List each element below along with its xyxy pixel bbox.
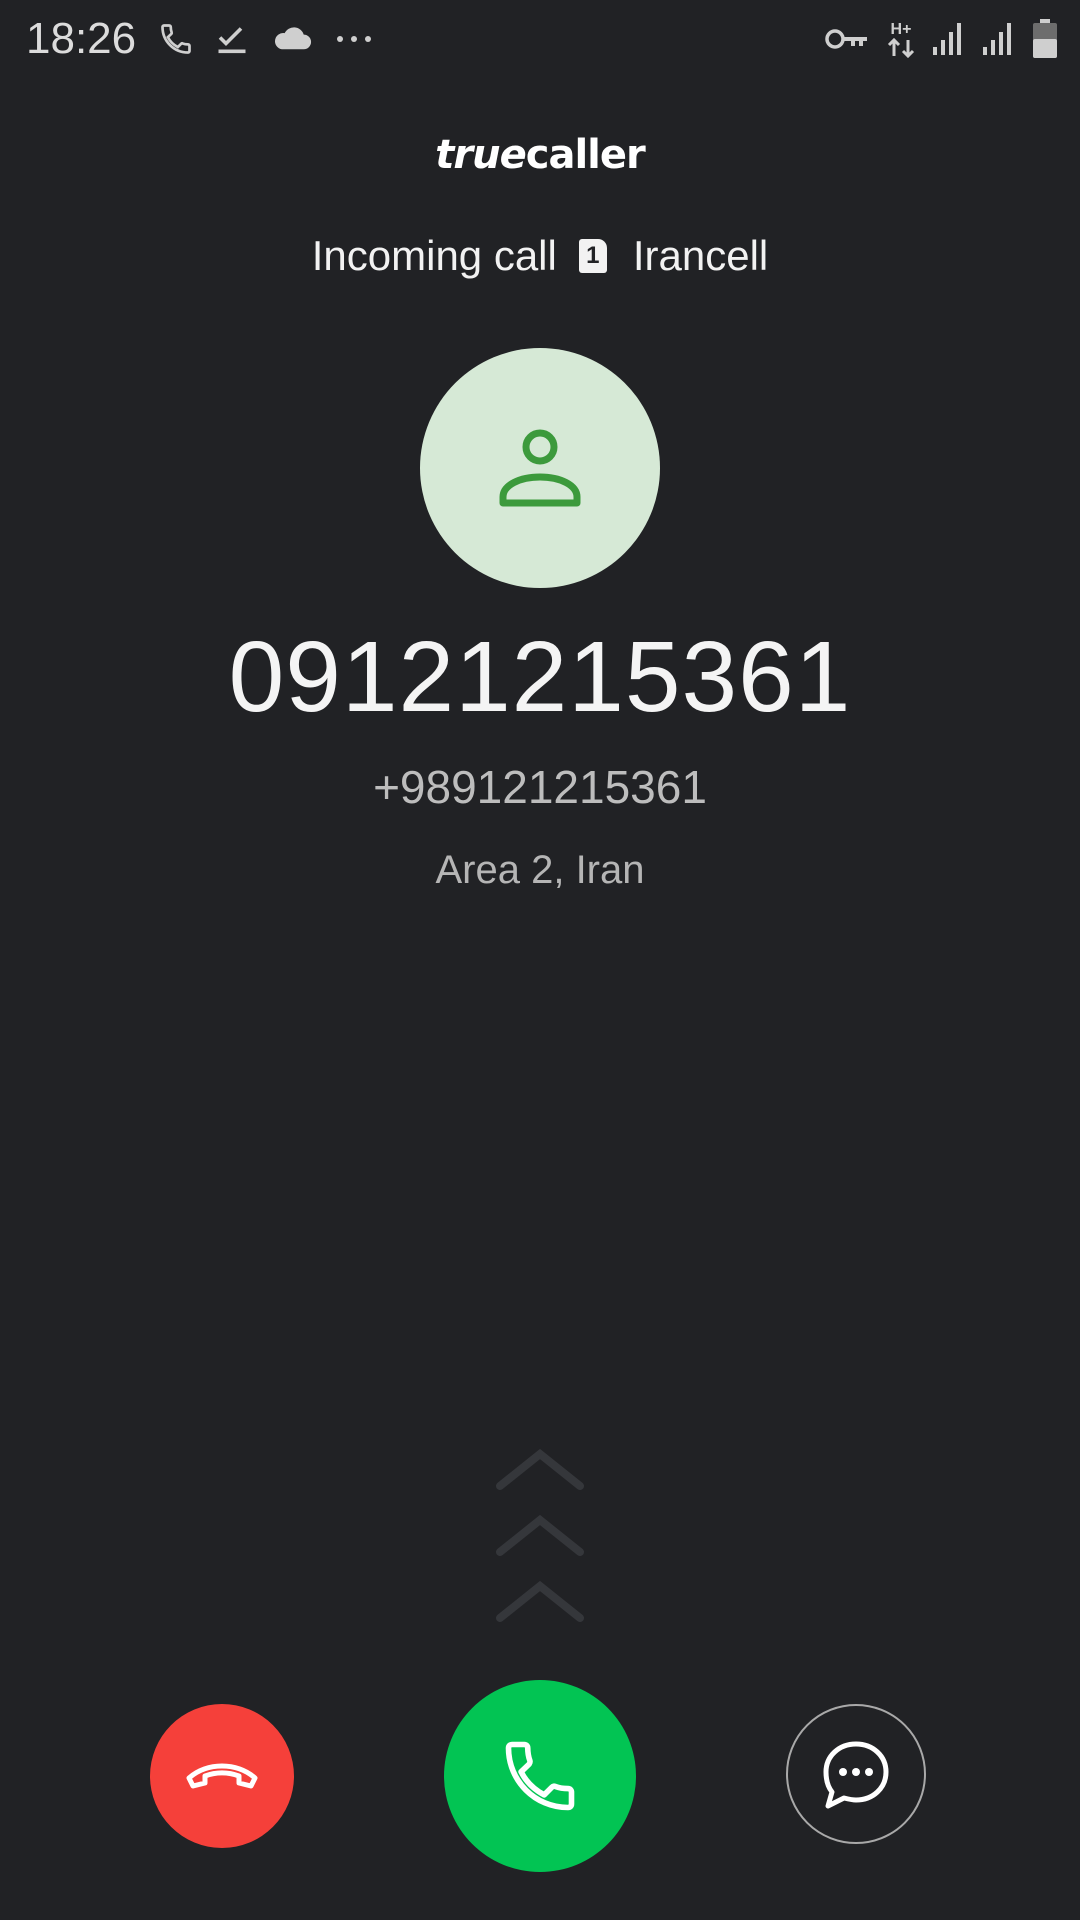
answer-call-button[interactable] [444,1680,636,1872]
swipe-up-hint [496,1448,584,1622]
status-time: 18:26 [26,14,137,63]
person-icon [499,429,581,507]
caller-location: Area 2, Iran [435,848,645,892]
call-status-text: Incoming call [311,232,557,279]
vpn-key-icon [824,24,870,54]
cloud-icon [270,21,314,57]
brand-part-true: true [435,132,526,178]
status-bar: 18:26 H+ [0,0,1080,78]
signal-sim2-icon [982,21,1016,57]
sim-slot-number: 1 [586,242,600,269]
decline-call-button[interactable] [150,1704,294,1848]
network-type-text: H+ [891,21,912,38]
chevron-up-icon [496,1448,584,1490]
reply-with-message-button[interactable] [786,1704,926,1844]
brand-part-caller: caller [525,132,646,178]
carrier-name: Irancell [632,232,769,279]
caller-avatar [420,348,660,588]
network-hplus-icon: H+ [886,18,916,60]
caller-international-number: +989121215361 [373,761,707,813]
status-bar-left: 18:26 [26,8,394,70]
status-bar-right: H+ [808,8,1058,70]
call-status-line: Incoming call 1 Irancell [0,232,1080,280]
chat-bubble-icon [823,1741,889,1809]
phone-icon [158,21,194,57]
chevron-up-icon [496,1580,584,1622]
incoming-call-screen: 18:26 H+ truecaller Incoming call 1 Iran… [0,0,1080,1920]
task-done-icon [214,21,250,57]
more-dots-icon [334,29,374,49]
hang-up-icon [186,1763,258,1789]
battery-icon [1032,19,1058,59]
caller-number: 09121215361 [228,621,852,733]
sim-slot-icon: 1 [578,239,607,273]
chevron-up-icon [496,1514,584,1556]
truecaller-logo: truecaller [0,132,1080,178]
signal-sim1-icon [932,21,966,57]
phone-icon [505,1741,575,1811]
